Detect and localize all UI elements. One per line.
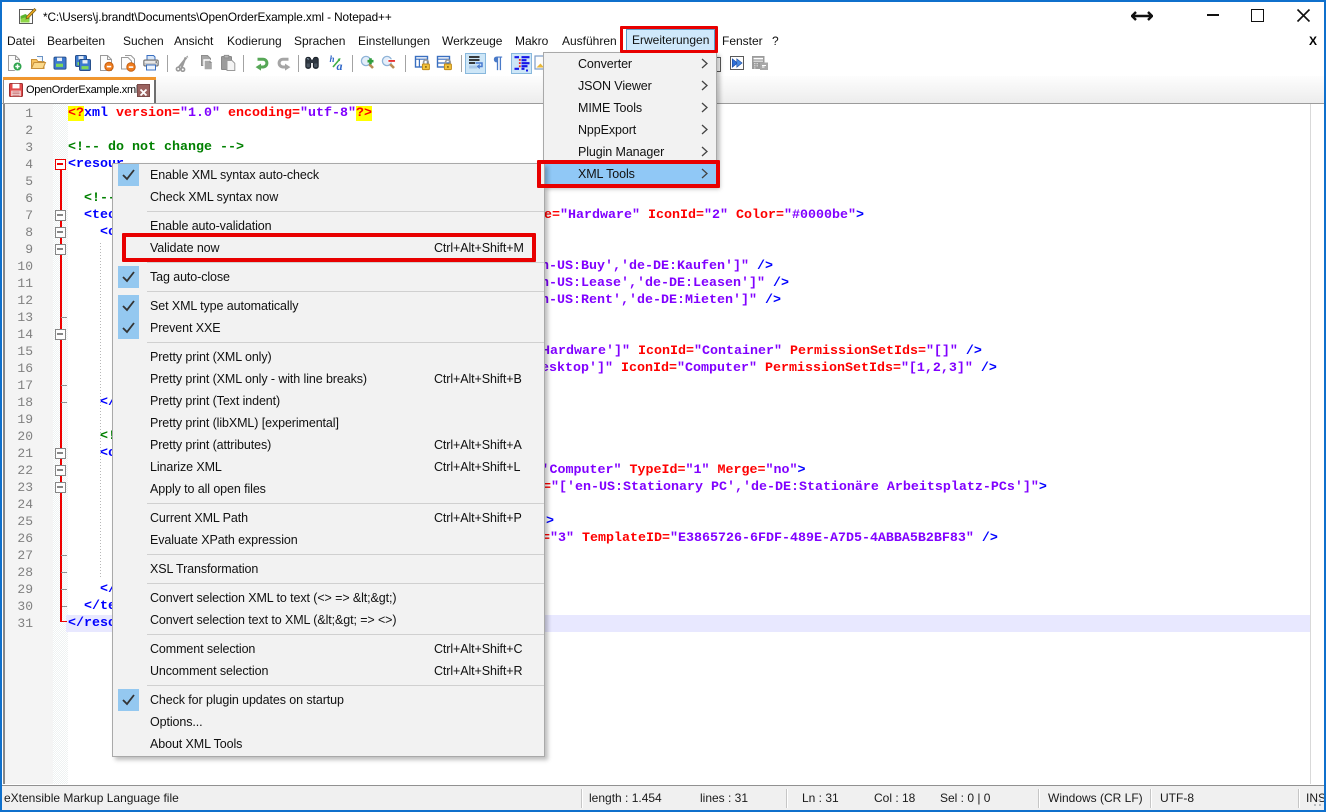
svg-text:h: h bbox=[329, 54, 334, 64]
